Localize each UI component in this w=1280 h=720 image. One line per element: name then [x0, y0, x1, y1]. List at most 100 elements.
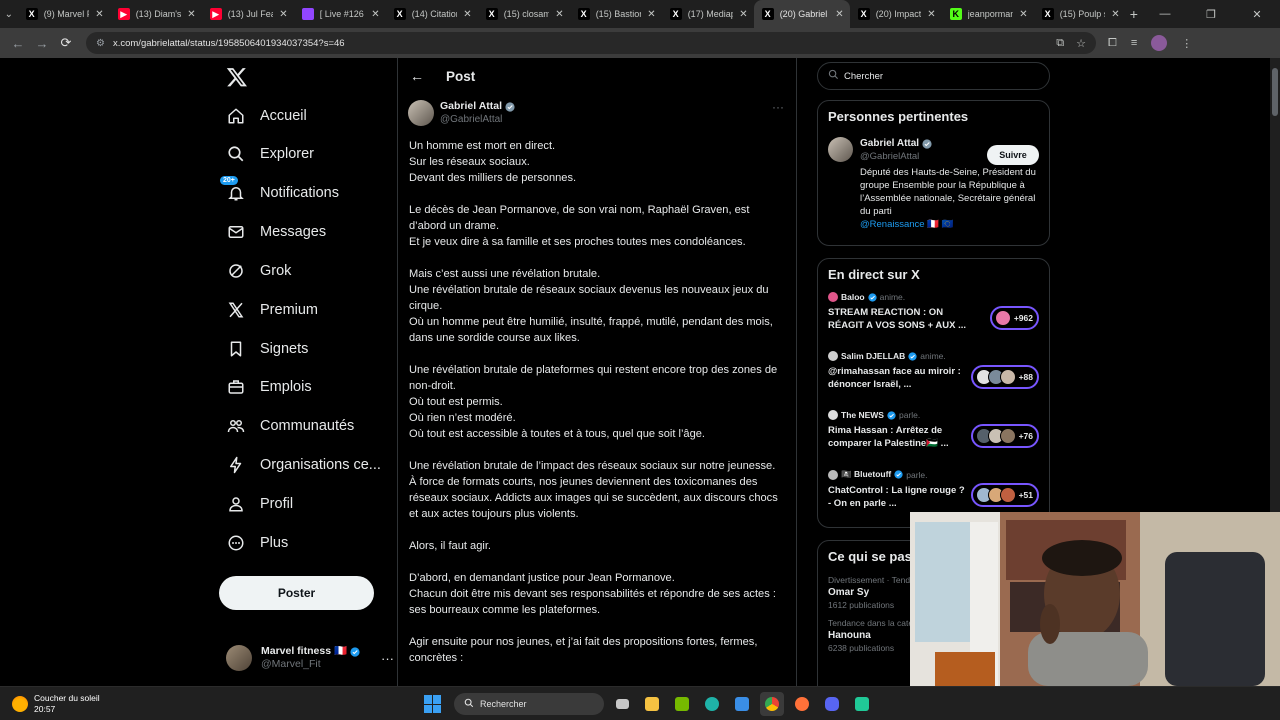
live-listeners-pill[interactable]: +51	[970, 483, 1039, 507]
site-info-icon[interactable]: ⚙	[96, 38, 105, 49]
browser-tab[interactable]: X (14) Citation ✕	[386, 0, 478, 28]
file-explorer-icon[interactable]	[640, 692, 664, 716]
profile-avatar[interactable]	[1151, 35, 1168, 51]
tab-close-icon[interactable]: ✕	[463, 9, 471, 20]
account-more-icon[interactable]: ···	[381, 651, 394, 666]
live-listeners-pill[interactable]: +88	[970, 365, 1039, 389]
forward-button[interactable]: →	[30, 36, 54, 51]
tab-close-icon[interactable]: ✕	[835, 9, 843, 20]
nav-item-label: Accueil	[260, 108, 307, 124]
relevant-person[interactable]: Gabriel Attal @GabrielAttal Député des H…	[818, 124, 1049, 231]
nav-item-premium[interactable]: Premium	[226, 295, 318, 325]
nav-item-orgs[interactable]: Organisations ce...	[226, 450, 381, 480]
tab-close-icon[interactable]: ✕	[739, 9, 747, 20]
url-text: x.com/gabrielattal/status/19585064019340…	[112, 37, 345, 49]
browser-tab[interactable]: X (15) Poulp s ✕	[1034, 0, 1126, 28]
nav-item-explore[interactable]: Explorer	[226, 139, 314, 169]
browser-menu-icon[interactable]: ⋮	[1181, 37, 1192, 50]
start-button[interactable]	[424, 695, 442, 713]
post-paragraph: Le décès de Jean Pormanove, de son vrai …	[409, 202, 784, 250]
minimize-button[interactable]: —	[1142, 8, 1188, 21]
browser-tab[interactable]: ▶ (13) Jul Feat ✕	[202, 0, 294, 28]
browser-tab[interactable]: X (15) closam ✕	[478, 0, 570, 28]
install-app-icon[interactable]: ⧉	[1056, 37, 1064, 50]
bio-mention-link[interactable]: @Renaissance	[860, 219, 925, 230]
browser-tab[interactable]: Kjeanpormanc ✕	[942, 0, 1034, 28]
task-view-icon[interactable]	[610, 692, 634, 716]
live-host-avatar	[828, 292, 838, 302]
discord-icon[interactable]	[820, 692, 844, 716]
live-host: The NEWS parle.	[828, 408, 1039, 420]
live-listeners-pill[interactable]: +962	[989, 306, 1039, 330]
nav-item-notifications[interactable]: 20+ Notifications	[220, 176, 339, 208]
browser-tab-bar: ⌄ X (9) Marvel Fit ✕ ▶ (13) Diam's, ✕ ▶ (13) Ju…	[0, 0, 1280, 28]
notification-badge: 20+	[220, 176, 238, 185]
store-icon[interactable]	[730, 692, 754, 716]
relevant-person-avatar[interactable]	[828, 137, 853, 162]
new-tab-button[interactable]: +	[1126, 6, 1142, 22]
browser-tab[interactable]: X (20) Gabriel ✕	[753, 0, 850, 28]
nav-item-label: Signets	[260, 341, 309, 357]
author-handle[interactable]: @GabrielAttal	[440, 113, 515, 126]
verified-badge-icon	[908, 351, 917, 361]
follow-button[interactable]: Suivre	[987, 145, 1039, 165]
nvidia-icon[interactable]	[670, 692, 694, 716]
scrollbar-thumb[interactable]	[1272, 68, 1278, 116]
weather-widget[interactable]: Coucher du soleil 20:57	[0, 693, 200, 715]
close-window-button[interactable]: ✕	[1234, 8, 1280, 21]
back-arrow-icon[interactable]: ←	[410, 68, 424, 84]
tab-close-icon[interactable]: ✕	[647, 9, 655, 20]
tab-close-icon[interactable]: ✕	[927, 9, 935, 20]
browser-tab[interactable]: X (9) Marvel Fit ✕	[18, 0, 110, 28]
nav-item-home[interactable]: Accueil	[226, 101, 307, 131]
tab-close-icon[interactable]: ✕	[371, 9, 379, 20]
back-button[interactable]: ←	[6, 36, 30, 51]
tab-close-icon[interactable]: ✕	[279, 9, 287, 20]
account-switcher[interactable]: Marvel fitness 🇫🇷 @Marvel_Fit ···	[226, 643, 394, 673]
author-name[interactable]: Gabriel Attal	[440, 100, 502, 113]
search-icon	[828, 69, 839, 83]
relevant-person-name[interactable]: Gabriel Attal	[860, 137, 919, 150]
author-avatar[interactable]	[408, 100, 434, 126]
live-item[interactable]: Salim DJELLAB anime. @rimahassan face au m…	[818, 349, 1049, 408]
browser-tab[interactable]: X (20) Impact ✕	[850, 0, 942, 28]
chrome-icon[interactable]	[760, 692, 784, 716]
browser-tab[interactable]: [ Live #126 ] ✕	[294, 0, 386, 28]
address-bar[interactable]: ⚙ x.com/gabrielattal/status/195850640193…	[86, 32, 1096, 54]
live-activity: parle.	[906, 469, 928, 480]
browser-tab[interactable]: ▶ (13) Diam's, ✕	[110, 0, 202, 28]
search-input[interactable]: Chercher	[817, 62, 1050, 90]
tab-close-icon[interactable]: ✕	[1111, 9, 1119, 20]
live-listeners-pill[interactable]: +76	[970, 424, 1039, 448]
tab-close-icon[interactable]: ✕	[555, 9, 563, 20]
browser-tab[interactable]: X (17) Mediap ✕	[662, 0, 754, 28]
nav-item-profile[interactable]: Profil	[226, 489, 293, 519]
bookmark-star-icon[interactable]: ☆	[1076, 37, 1086, 50]
taskbar-search[interactable]: Rechercher	[454, 693, 604, 715]
nav-item-more[interactable]: Plus	[226, 528, 288, 558]
live-item[interactable]: Baloo anime. STREAM REACTION : ON RÉAGIT A…	[818, 290, 1049, 349]
edge-icon[interactable]	[700, 692, 724, 716]
nav-item-label: Organisations ce...	[260, 457, 381, 473]
post-button[interactable]: Poster	[219, 576, 374, 610]
app-icon[interactable]	[850, 692, 874, 716]
tab-close-icon[interactable]: ✕	[187, 9, 195, 20]
nav-item-messages[interactable]: Messages	[226, 217, 326, 247]
nav-item-communities[interactable]: Communautés	[226, 411, 354, 441]
reload-button[interactable]: ⟳	[54, 35, 78, 51]
post-more-icon[interactable]: ···	[772, 100, 784, 114]
reading-list-icon[interactable]: ≡	[1131, 37, 1137, 49]
live-item[interactable]: The NEWS parle. Rima Hassan : Arrêtez de c…	[818, 408, 1049, 467]
nav-item-grok[interactable]: Grok	[226, 256, 291, 286]
nav-item-jobs[interactable]: Emplois	[226, 372, 312, 402]
live-title-text: ChatControl : La ligne rouge ? - On en p…	[828, 485, 965, 509]
tab-close-icon[interactable]: ✕	[1019, 9, 1027, 20]
nav-item-bookmarks[interactable]: Signets	[226, 334, 308, 364]
browser-tab[interactable]: X (15) Bastion ✕	[570, 0, 662, 28]
firefox-icon[interactable]	[790, 692, 814, 716]
tab-close-icon[interactable]: ✕	[95, 9, 103, 20]
maximize-button[interactable]: ❐	[1188, 8, 1234, 21]
tab-search-button[interactable]: ⌄	[0, 0, 18, 28]
x-logo-icon[interactable]	[226, 66, 252, 92]
extensions-icon[interactable]: ⧠	[1108, 37, 1117, 50]
